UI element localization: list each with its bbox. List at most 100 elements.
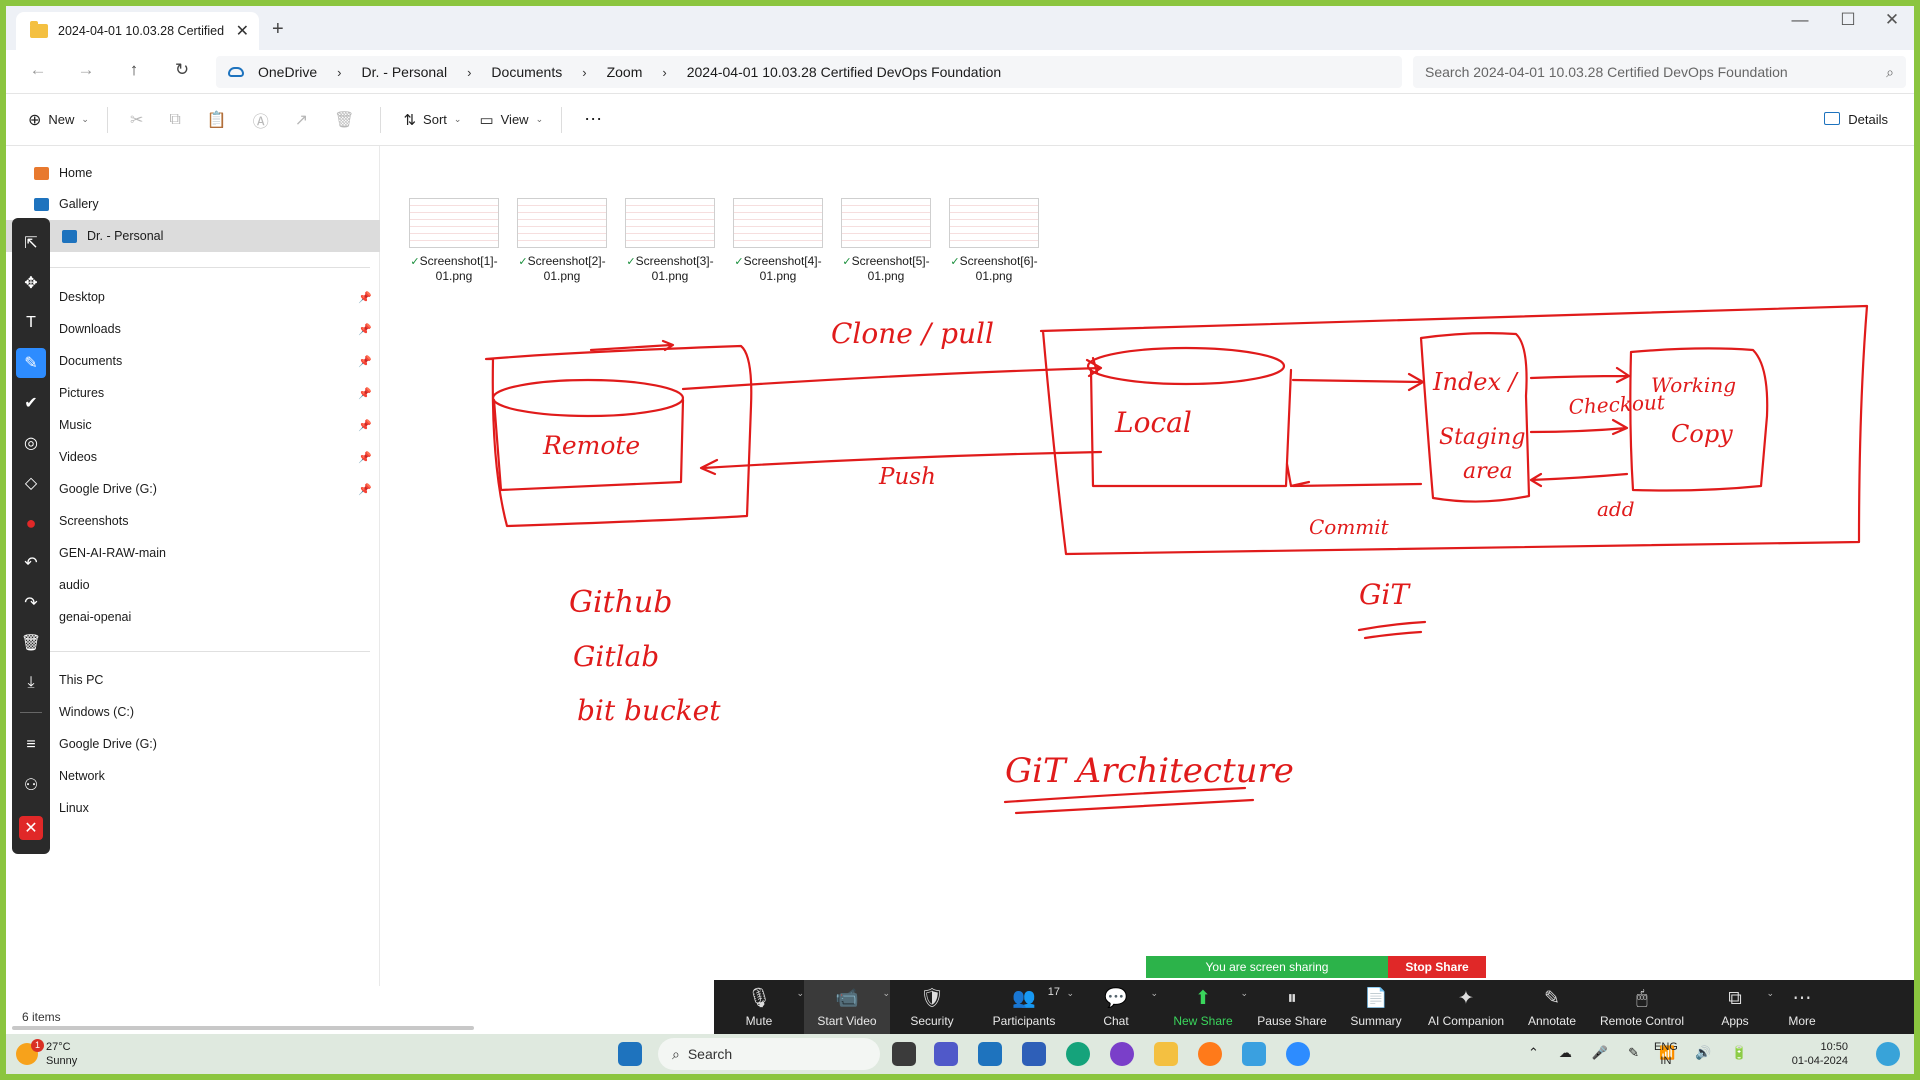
taskbar-search[interactable]: ⌕ Search (658, 1038, 880, 1070)
zoom-pause-share-button[interactable]: ⏸ Pause Share (1248, 980, 1336, 1034)
search-input[interactable]: Search 2024-04-01 10.03.28 Certified Dev… (1413, 56, 1906, 88)
file-item[interactable]: ✓Screenshot[4]- 01.png (733, 198, 823, 283)
sidebar-item-google-drive-g[interactable]: Google Drive (G:) 📌 (34, 476, 374, 502)
breadcrumb-separator-icon[interactable]: › (568, 65, 600, 80)
sidebar-item-dr-personal[interactable]: Dr. - Personal (6, 220, 380, 252)
pin-icon[interactable]: 📌 (358, 355, 372, 368)
sidebar-item-videos[interactable]: Videos 📌 (34, 444, 374, 470)
onedrive-icon[interactable]: ☁ (1559, 1046, 1572, 1060)
python-icon[interactable] (1242, 1042, 1266, 1066)
close-annotation-icon[interactable]: ✕ (19, 816, 43, 840)
new-button[interactable]: ⊕ New ⌄ (28, 110, 89, 130)
store-icon[interactable] (1022, 1042, 1046, 1066)
sidebar-item-music[interactable]: Music 📌 (34, 412, 374, 438)
sidebar-item-documents[interactable]: Documents 📌 (34, 348, 374, 374)
teams-icon[interactable] (934, 1042, 958, 1066)
zoom-ai-companion-button[interactable]: ✦ AI Companion (1416, 980, 1516, 1034)
pin-icon[interactable]: 📌 (358, 323, 372, 336)
menu-icon[interactable]: ≡ (16, 730, 46, 760)
sidebar-item-network[interactable]: Network (34, 763, 374, 789)
microphone-icon[interactable]: 🎤 (1592, 1046, 1608, 1060)
breadcrumb-item[interactable]: Documents (485, 64, 568, 80)
zoom-mute-button[interactable]: 🎙 Mute ⌄ (714, 980, 804, 1034)
eraser-icon[interactable]: ◇ (16, 468, 46, 498)
up-button[interactable]: ↑ (120, 60, 148, 84)
zoom-new-share-button[interactable]: ⬆ New Share ⌄ (1158, 980, 1248, 1034)
back-button[interactable]: ← (24, 60, 52, 84)
sort-button[interactable]: ⇅ Sort ⌄ (403, 111, 461, 129)
breadcrumb-separator-icon[interactable]: › (323, 65, 355, 80)
show-hidden-icon[interactable]: ⌃ (1528, 1046, 1539, 1060)
sidebar-item-desktop[interactable]: Desktop 📌 (34, 284, 374, 310)
pin-icon[interactable]: 📌 (358, 419, 372, 432)
sidebar-item-gen-ai-raw-main[interactable]: GEN-AI-RAW-main (34, 540, 374, 566)
pin-icon[interactable]: 📌 (358, 483, 372, 496)
sidebar-item-this-pc[interactable]: This PC (34, 667, 374, 693)
stamp-check-icon[interactable]: ✔ (16, 388, 46, 418)
pin-icon[interactable]: 📌 (358, 387, 372, 400)
edge-icon[interactable] (1066, 1042, 1090, 1066)
zoom-annotate-button[interactable]: ✎ Annotate (1516, 980, 1588, 1034)
file-item[interactable]: ✓Screenshot[3]- 01.png (625, 198, 715, 283)
more-options-button[interactable]: ⋯ (584, 109, 602, 130)
file-item[interactable]: ✓Screenshot[5]- 01.png (841, 198, 931, 283)
save-icon[interactable]: ⤓ (16, 668, 46, 698)
rename-icon[interactable]: Ⓐ (253, 108, 269, 132)
sidebar-item-genai-openai[interactable]: genai-openai (34, 604, 374, 630)
new-tab-button[interactable]: + (272, 18, 284, 41)
maximize-button[interactable]: ☐ (1828, 10, 1868, 30)
task-view-icon[interactable] (892, 1042, 916, 1066)
language-indicator[interactable]: ENG IN (1654, 1040, 1678, 1068)
details-button[interactable]: Details (1824, 112, 1888, 127)
horizontal-scrollbar[interactable] (12, 1026, 474, 1030)
pin-icon[interactable]: 📌 (358, 451, 372, 464)
battery-icon[interactable]: 🔋 (1731, 1046, 1747, 1060)
start-menu-icon[interactable] (618, 1042, 642, 1066)
breadcrumb-separator-icon[interactable]: › (648, 65, 680, 80)
view-button[interactable]: ▭ View ⌄ (479, 111, 543, 129)
sidebar-item-linux[interactable]: Linux (34, 795, 374, 821)
chevron-up-icon[interactable]: ⌄ (796, 988, 804, 999)
copilot-pre-icon[interactable] (1876, 1042, 1900, 1066)
zoom-summary-button[interactable]: 📄 Summary (1336, 980, 1416, 1034)
tab-close-icon[interactable]: ✕ (236, 21, 249, 41)
firefox-icon[interactable] (1198, 1042, 1222, 1066)
pin-icon[interactable]: 📌 (358, 291, 372, 304)
sidebar-item-windows-c[interactable]: Windows (C:) (34, 699, 374, 725)
color-dot-icon[interactable]: ● (16, 508, 46, 538)
file-item[interactable]: ✓Screenshot[6]- 01.png (949, 198, 1039, 283)
copy-icon[interactable]: ⧉ (169, 108, 180, 132)
close-window-button[interactable]: ✕ (1872, 10, 1912, 30)
file-item[interactable]: ✓Screenshot[1]- 01.png (409, 198, 499, 283)
sidebar-item-audio[interactable]: audio (34, 572, 374, 598)
chevron-up-icon[interactable]: ⌄ (882, 988, 890, 999)
copilot-icon[interactable] (1110, 1042, 1134, 1066)
breadcrumb-item[interactable]: OneDrive (252, 64, 323, 80)
clear-icon[interactable]: 🗑 (16, 628, 46, 658)
sidebar-item-gallery[interactable]: Gallery (34, 191, 374, 217)
file-item[interactable]: ✓Screenshot[2]- 01.png (517, 198, 607, 283)
stop-share-button[interactable]: Stop Share (1388, 956, 1486, 978)
chevron-up-icon[interactable]: ⌄ (1766, 988, 1774, 999)
share-icon[interactable]: ↗ (295, 108, 308, 132)
chevron-up-icon[interactable]: ⌄ (1240, 988, 1248, 999)
spotlight-icon[interactable]: ◎ (16, 428, 46, 458)
undo-icon[interactable]: ↶ (16, 548, 46, 578)
select-icon[interactable]: ⇱ (16, 228, 46, 258)
chevron-up-icon[interactable]: ⌄ (1150, 988, 1158, 999)
zoom-more-button[interactable]: ⋯ More (1774, 980, 1830, 1034)
breadcrumb-item[interactable]: Dr. - Personal (355, 64, 453, 80)
breadcrumb-separator-icon[interactable]: › (453, 65, 485, 80)
weather-widget[interactable]: 1 27°C Sunny (16, 1039, 77, 1068)
clock[interactable]: 10:50 01-04-2024 (1788, 1040, 1848, 1068)
pen-icon[interactable]: ✎ (16, 348, 46, 378)
zoom-app-icon[interactable] (1286, 1042, 1310, 1066)
mail-icon[interactable] (978, 1042, 1002, 1066)
minimize-button[interactable]: — (1780, 10, 1820, 30)
zoom-security-button[interactable]: 🛡 Security (890, 980, 974, 1034)
refresh-button[interactable]: ↻ (168, 60, 196, 84)
forward-button[interactable]: → (72, 60, 100, 84)
zoom-chat-button[interactable]: 💬 Chat ⌄ (1074, 980, 1158, 1034)
cut-icon[interactable]: ✂ (130, 108, 143, 132)
zoom-start-video-button[interactable]: 📹 Start Video ⌄ (804, 980, 890, 1034)
